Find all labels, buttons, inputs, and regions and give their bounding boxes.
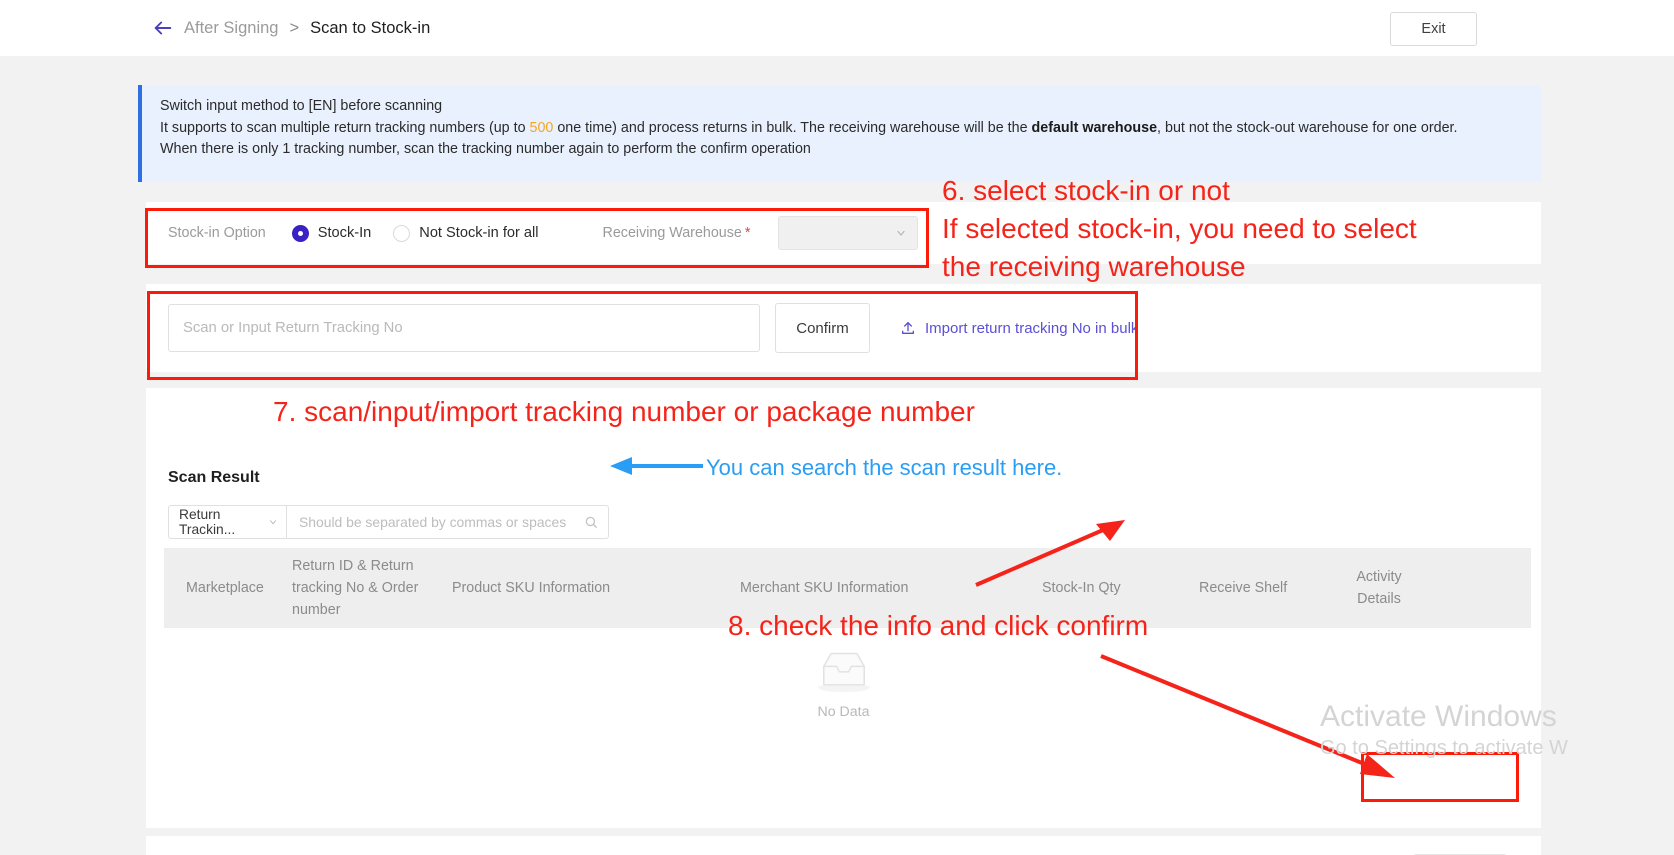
col-marketplace: Marketplace [186,580,264,596]
scan-result-search-input[interactable]: Should be separated by commas or spaces [286,505,609,539]
exit-button[interactable]: Exit [1390,12,1477,46]
col-product-sku: Product SKU Information [452,580,611,596]
col-return-id: Return ID & Return tracking No & Order n… [292,558,419,618]
breadcrumb-parent[interactable]: After Signing [184,19,278,38]
breadcrumb-separator: > [289,18,300,37]
annotation-step-6-line-3: the receiving warehouse [942,251,1246,282]
breadcrumb: After Signing > Scan to Stock-in [152,0,430,56]
watermark-go-to-settings: Go to Settings to activate W [1320,737,1568,759]
banner-line-2-b: one time) and process returns in bulk. T… [553,119,1032,136]
annotation-step-7: 7. scan/input/import tracking number or … [273,396,975,427]
search-placeholder: Should be separated by commas or spaces [299,514,567,530]
page-title: Scan to Stock-in [310,18,431,37]
search-icon[interactable] [584,515,598,529]
footer-action-bar: Note: Once you stock-in, the stock-in fo… [146,836,1541,855]
annotation-search-hint: You can search the scan result here. [706,455,1063,480]
banner-line-3: When there is only 1 tracking number, sc… [160,141,811,157]
page-header: After Signing > Scan to Stock-in Exit [0,0,1674,56]
app-root: After Signing > Scan to Stock-in Exit Sw… [0,0,1674,855]
highlight-box-stock-in-option [145,208,929,268]
chevron-down-icon [269,520,276,525]
inbox-icon [817,652,870,693]
banner-line-2: It supports to scan multiple return trac… [160,118,1527,140]
filter-type-select[interactable]: Return Trackin... [168,505,286,539]
arrow-to-stock-in-qty [975,520,1125,587]
arrow-left-icon[interactable] [152,17,174,39]
col-receive-shelf: Receive Shelf [1199,580,1288,596]
banner-limit-value: 500 [529,119,554,136]
annotation-step-8: 8. check the info and click confirm [728,610,1149,641]
arrow-to-search [610,457,703,475]
scan-result-title: Scan Result [168,469,260,486]
scan-result-filter: Return Trackin... Should be separated by… [168,505,609,539]
banner-line-2-c: , but not the stock-out warehouse for on… [1157,119,1458,136]
annotation-step-6-line-2: If selected stock-in, you need to select [942,213,1417,244]
highlight-box-scan-row [147,291,1138,380]
col-activity-details: Activity Details [1356,569,1402,607]
watermark-activate-windows: Activate Windows [1320,700,1557,733]
empty-state-text: No Data [817,704,870,720]
annotation-step-6-line-1: 6. select stock-in or not [942,175,1230,206]
banner-line-2-a: It supports to scan multiple return trac… [160,119,530,136]
filter-type-value: Return Trackin... [179,507,236,537]
info-banner: Switch input method to [EN] before scann… [138,85,1541,182]
banner-default-warehouse: default warehouse [1031,119,1158,136]
banner-line-1: Switch input method to [EN] before scann… [160,98,443,114]
